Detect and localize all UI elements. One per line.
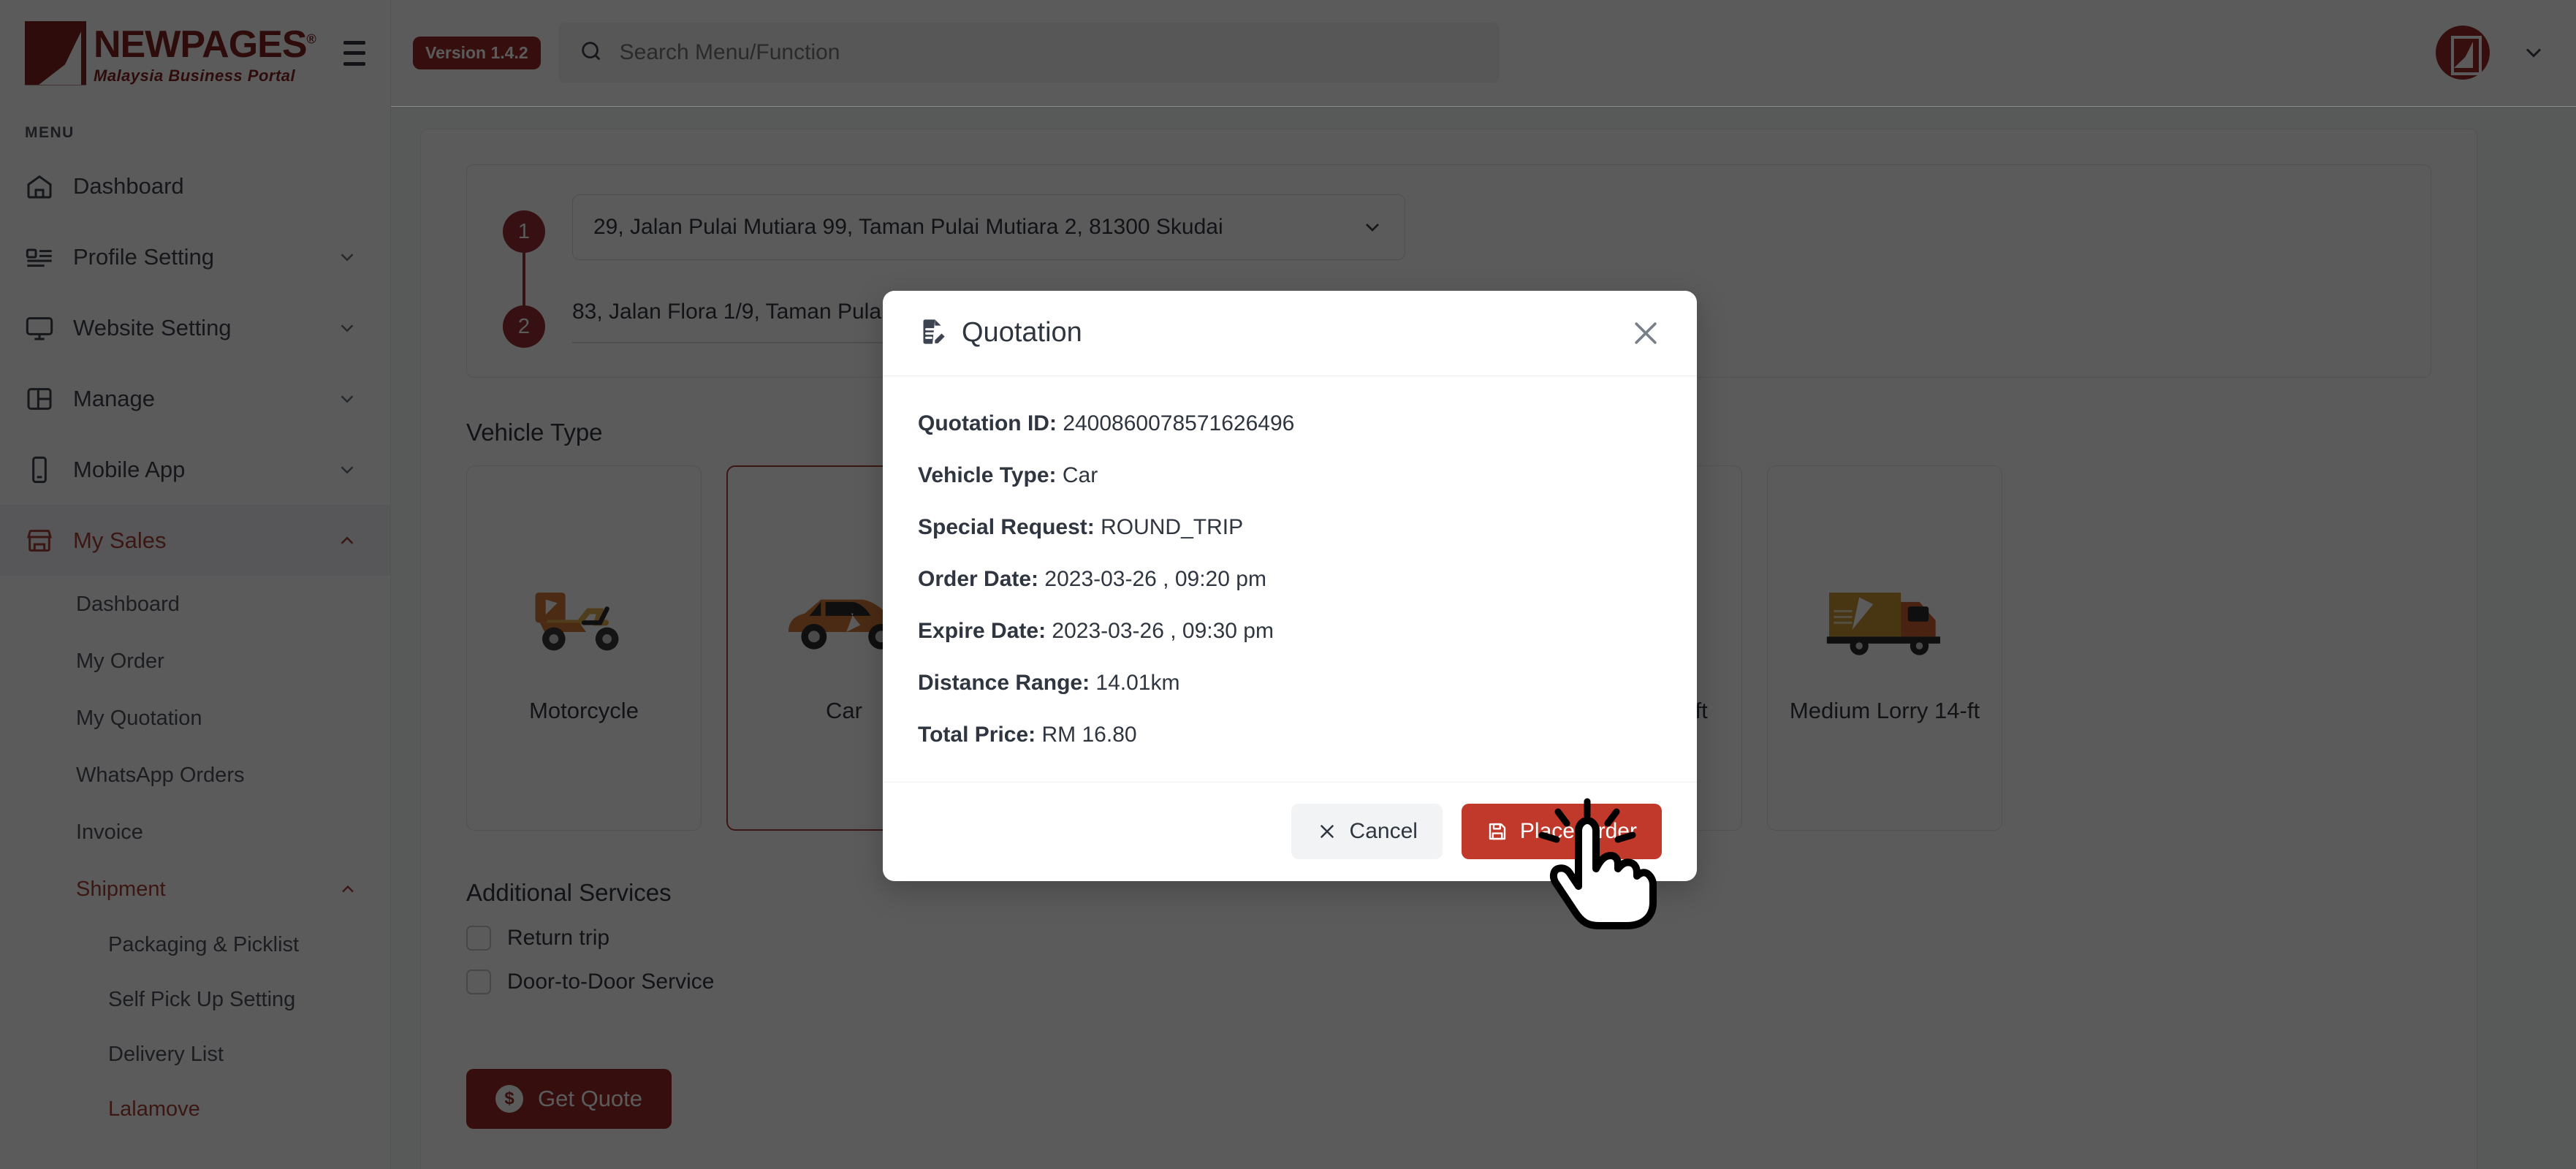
field-key: Special Request:	[918, 514, 1095, 539]
cancel-label: Cancel	[1349, 819, 1418, 844]
save-disk-icon	[1489, 823, 1506, 840]
field-distance-range: Distance Range: 14.01km	[918, 671, 1662, 696]
field-key: Order Date:	[918, 566, 1039, 591]
field-value: Car	[1062, 462, 1098, 487]
x-icon	[1320, 825, 1334, 839]
field-value: 2023-03-26 , 09:30 pm	[1052, 618, 1274, 643]
cancel-button[interactable]: Cancel	[1291, 804, 1443, 860]
field-special-request: Special Request: ROUND_TRIP	[918, 515, 1662, 540]
field-total-price: Total Price: RM 16.80	[918, 723, 1662, 747]
field-value: RM 16.80	[1041, 722, 1137, 747]
close-icon[interactable]	[1630, 317, 1662, 349]
document-edit-icon	[918, 317, 947, 349]
place-order-button[interactable]: Place Order	[1461, 804, 1662, 860]
modal-title: Quotation	[962, 317, 1082, 349]
field-value: ROUND_TRIP	[1101, 514, 1244, 539]
field-order-date: Order Date: 2023-03-26 , 09:20 pm	[918, 567, 1662, 592]
field-key: Vehicle Type:	[918, 462, 1057, 487]
modal-header: Quotation	[883, 291, 1697, 376]
place-order-label: Place Order	[1519, 819, 1637, 844]
field-vehicle-type: Vehicle Type: Car	[918, 463, 1662, 488]
field-value: 2400860078571626496	[1063, 411, 1295, 435]
field-expire-date: Expire Date: 2023-03-26 , 09:30 pm	[918, 619, 1662, 644]
field-value: 14.01km	[1095, 670, 1180, 695]
modal-footer: Cancel Place Order	[883, 781, 1697, 881]
field-value: 2023-03-26 , 09:20 pm	[1044, 566, 1266, 591]
modal-body: Quotation ID: 2400860078571626496 Vehicl…	[883, 376, 1697, 782]
quotation-modal: Quotation Quotation ID: 2400860078571626…	[883, 291, 1697, 881]
field-key: Total Price:	[918, 722, 1036, 747]
field-key: Quotation ID:	[918, 411, 1057, 435]
field-key: Expire Date:	[918, 618, 1046, 643]
field-quotation-id: Quotation ID: 2400860078571626496	[918, 411, 1662, 436]
field-key: Distance Range:	[918, 670, 1090, 695]
